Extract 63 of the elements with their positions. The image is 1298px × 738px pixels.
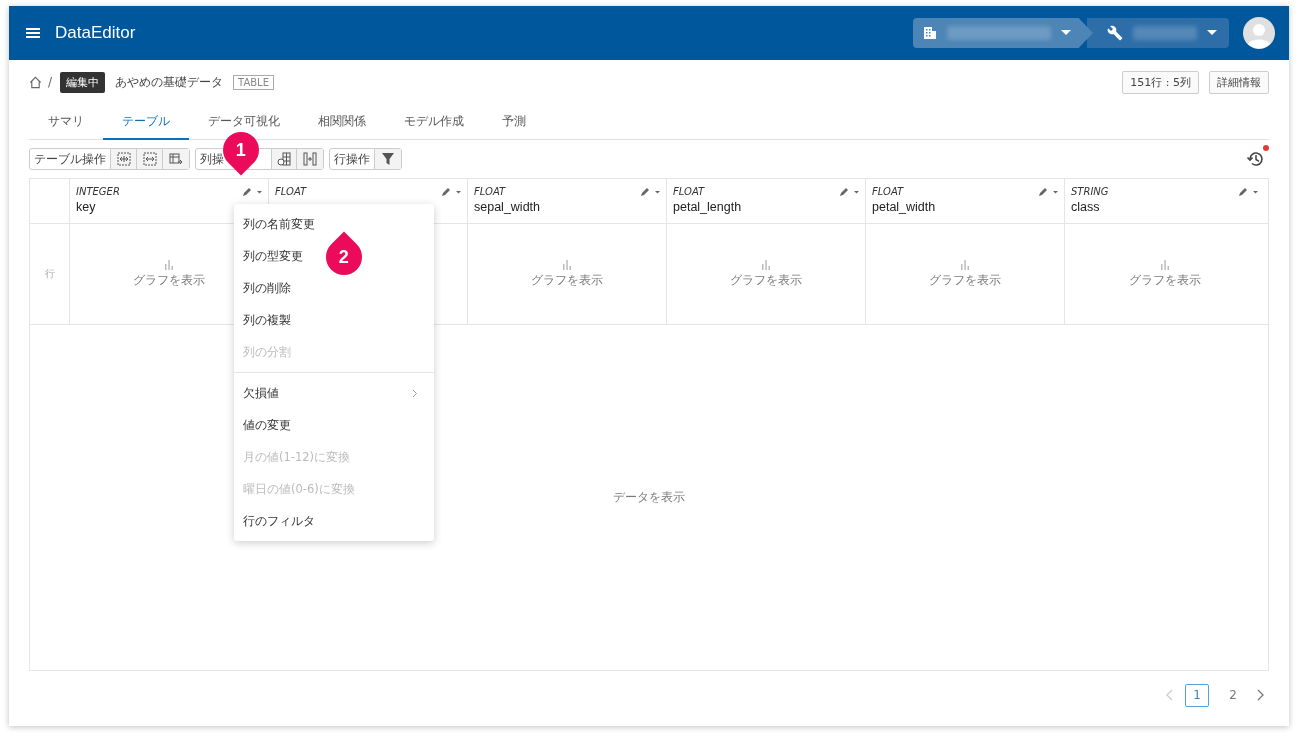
menu-icon[interactable] bbox=[26, 27, 40, 39]
column-name: sepal_width bbox=[474, 200, 541, 214]
caret-icon bbox=[1207, 30, 1217, 36]
menu-item[interactable]: 列の削除 bbox=[243, 280, 291, 296]
breadcrumb-separator: / bbox=[48, 75, 53, 89]
edit-icon[interactable] bbox=[242, 186, 262, 197]
caret-icon bbox=[1061, 30, 1071, 36]
app-title: DataEditor bbox=[55, 23, 136, 43]
dataset-name: あやめの基礎データ bbox=[115, 73, 224, 91]
show-graph-link[interactable]: グラフを表示 bbox=[531, 271, 603, 289]
menu-item[interactable]: 列の複製 bbox=[243, 312, 291, 328]
column-merge-icon[interactable] bbox=[297, 149, 323, 169]
blurred-text bbox=[1133, 26, 1197, 40]
menu-item[interactable]: 値の変更 bbox=[243, 417, 291, 433]
menu-item[interactable]: 行のフィルタ bbox=[243, 513, 315, 529]
tab[interactable]: テーブル bbox=[103, 104, 189, 140]
column-name: key bbox=[76, 200, 97, 214]
status-badge: 編集中 bbox=[60, 71, 106, 93]
avatar-icon[interactable] bbox=[1243, 17, 1275, 49]
column-type: FLOAT bbox=[673, 186, 705, 197]
show-graph-link[interactable]: グラフを表示 bbox=[1128, 271, 1201, 289]
tab[interactable]: モデル作成 bbox=[385, 104, 483, 140]
info-button[interactable]: 151行 : 5列 bbox=[1122, 70, 1199, 94]
home-icon[interactable] bbox=[29, 75, 42, 89]
column-name: petal_width bbox=[872, 200, 937, 214]
next-page-icon[interactable] bbox=[1257, 689, 1265, 701]
column-type: STRING bbox=[1071, 186, 1109, 197]
menu-item[interactable]: 列の名前変更 bbox=[243, 216, 315, 232]
menu-item[interactable]: 列の型変更 bbox=[243, 248, 303, 264]
info-button[interactable]: 詳細情報 bbox=[1209, 70, 1269, 94]
building-icon bbox=[923, 26, 937, 40]
tab[interactable]: 相関関係 bbox=[299, 104, 385, 140]
column-name: class bbox=[1071, 200, 1101, 214]
show-graph-link[interactable]: グラフを表示 bbox=[929, 271, 1001, 289]
edit-icon[interactable] bbox=[640, 186, 660, 197]
tab[interactable]: 予測 bbox=[483, 104, 545, 140]
page-button[interactable]: 1 bbox=[1185, 683, 1209, 707]
show-graph-link[interactable]: グラフを表示 bbox=[133, 271, 205, 289]
project-dropdown[interactable] bbox=[1087, 18, 1229, 48]
organization-dropdown[interactable] bbox=[913, 18, 1093, 48]
column-type: FLOAT bbox=[474, 186, 506, 197]
edit-icon[interactable] bbox=[441, 186, 461, 197]
show-graph-link[interactable]: グラフを表示 bbox=[730, 271, 802, 289]
tab[interactable]: データ可視化 bbox=[189, 104, 299, 140]
show-data-placeholder[interactable]: データを表示 bbox=[613, 489, 685, 506]
wrench-icon bbox=[1107, 25, 1123, 41]
column-add-icon[interactable] bbox=[271, 149, 297, 169]
column-name: petal_length bbox=[673, 200, 743, 214]
filter-icon[interactable] bbox=[375, 149, 401, 169]
column-type: FLOAT bbox=[872, 186, 904, 197]
tab[interactable]: サマリ bbox=[29, 104, 103, 140]
edit-icon[interactable] bbox=[1038, 186, 1058, 197]
edit-icon[interactable] bbox=[1238, 186, 1258, 197]
column-type: INTEGER bbox=[76, 186, 120, 197]
expand-icon[interactable] bbox=[111, 149, 137, 169]
edit-icon[interactable] bbox=[839, 186, 859, 197]
page-button[interactable]: 2 bbox=[1221, 683, 1245, 707]
column-type: FLOAT bbox=[275, 186, 307, 197]
table-tag: TABLE bbox=[233, 74, 274, 90]
row-header: 行 bbox=[44, 267, 55, 281]
menu-item[interactable]: 欠損値 bbox=[243, 385, 279, 401]
table-export-icon[interactable] bbox=[163, 149, 189, 169]
chevron-right-icon bbox=[412, 388, 418, 398]
